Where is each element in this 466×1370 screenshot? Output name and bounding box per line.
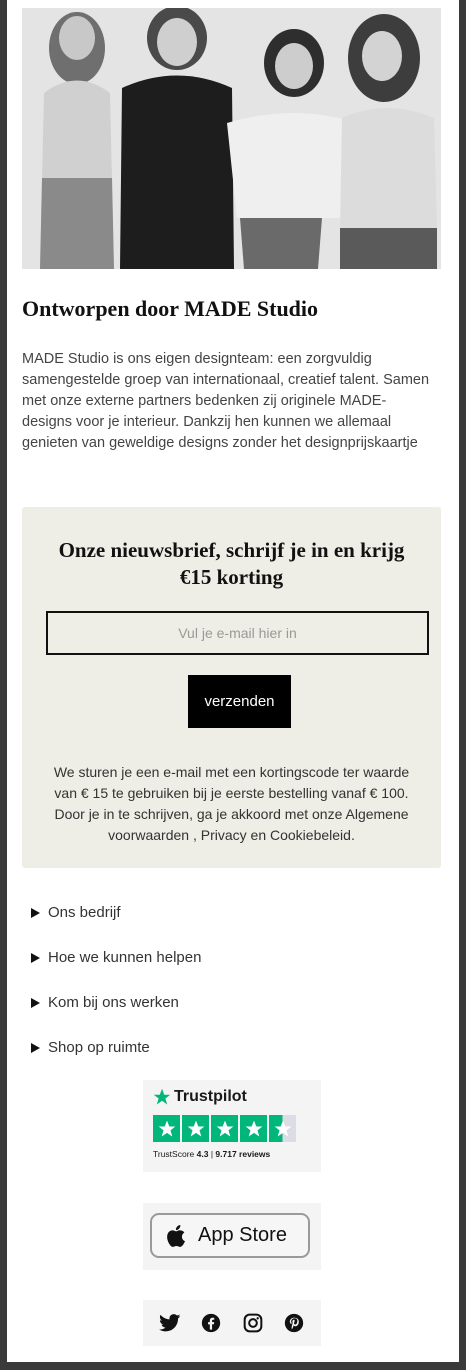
- page-frame: Ontworpen door MADE Studio MADE Studio i…: [7, 0, 459, 1362]
- footer-item-label: Hoe we kunnen helpen: [48, 949, 202, 966]
- instagram-icon[interactable]: [242, 1312, 264, 1334]
- app-store-label: App Store: [198, 1224, 287, 1246]
- trustpilot-brand: Trustpilot: [174, 1088, 247, 1105]
- team-photo-illustration: [22, 8, 441, 269]
- social-links: [143, 1300, 321, 1346]
- trustpilot-logo: Trustpilot: [153, 1088, 247, 1106]
- star-icon: [153, 1115, 180, 1142]
- triangle-right-icon: [31, 952, 40, 963]
- triangle-right-icon: [31, 997, 40, 1008]
- trustpilot-widget[interactable]: Trustpilot TrustScore 4.3 | 9.717 review…: [143, 1080, 321, 1172]
- footer-item-label: Kom bij ons werken: [48, 994, 179, 1011]
- footer-item-ons-bedrijf[interactable]: Ons bedrijf: [31, 890, 201, 935]
- email-field[interactable]: [46, 611, 429, 655]
- triangle-right-icon: [31, 1042, 40, 1053]
- star-half-icon: [269, 1115, 296, 1142]
- facebook-icon[interactable]: [200, 1312, 222, 1334]
- newsletter-title: Onze nieuwsbrief, schrijf je in en krijg…: [58, 538, 405, 589]
- newsletter-panel: Onze nieuwsbrief, schrijf je in en krijg…: [22, 507, 441, 868]
- star-icon: [211, 1115, 238, 1142]
- star-icon: [182, 1115, 209, 1142]
- trustscore-label: TrustScore: [153, 1149, 195, 1159]
- team-photo: [22, 8, 441, 269]
- trustpilot-star-icon: [153, 1088, 171, 1105]
- submit-button[interactable]: verzenden: [188, 675, 291, 728]
- footer-item-label: Shop op ruimte: [48, 1039, 150, 1056]
- about-text: MADE Studio is ons eigen designteam: een…: [22, 351, 430, 451]
- about-title: Ontworpen door MADE Studio: [22, 296, 319, 321]
- app-store-button[interactable]: App Store: [150, 1213, 310, 1258]
- footer-item-shop-op-ruimte[interactable]: Shop op ruimte: [31, 1025, 201, 1070]
- newsletter-note: We sturen je een e-mail met een kortings…: [53, 764, 410, 843]
- apple-icon: [167, 1224, 185, 1247]
- footer-item-hoe-we-kunnen-helpen[interactable]: Hoe we kunnen helpen: [31, 935, 201, 980]
- trustpilot-stars: [153, 1115, 296, 1142]
- triangle-right-icon: [31, 907, 40, 918]
- app-store-section: App Store: [143, 1203, 321, 1270]
- trustscore-reviews: 9.717 reviews: [215, 1149, 271, 1159]
- star-icon: [240, 1115, 267, 1142]
- trustscore-value: 4.3: [196, 1149, 209, 1159]
- footer-links: Ons bedrijf Hoe we kunnen helpen Kom bij…: [31, 890, 201, 1070]
- trustpilot-score: TrustScore 4.3 | 9.717 reviews: [153, 1149, 270, 1159]
- pinterest-icon[interactable]: [283, 1312, 305, 1334]
- twitter-icon[interactable]: [158, 1312, 181, 1334]
- footer-item-label: Ons bedrijf: [48, 904, 121, 921]
- footer-item-kom-bij-ons-werken[interactable]: Kom bij ons werken: [31, 980, 201, 1025]
